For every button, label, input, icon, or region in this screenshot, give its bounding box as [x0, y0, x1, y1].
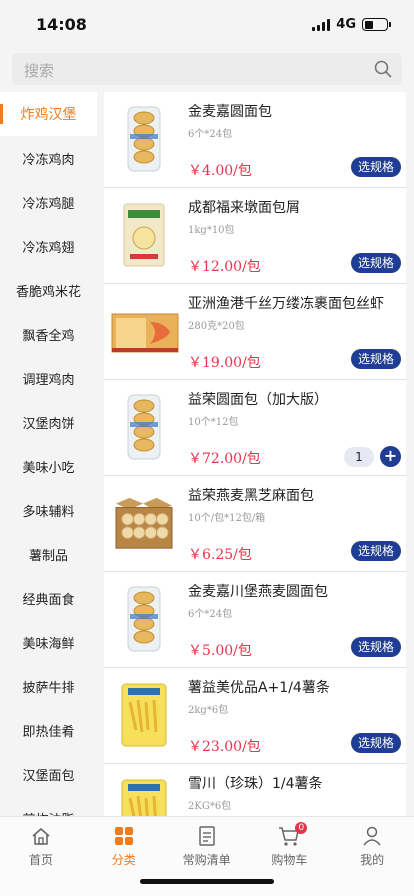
tab-label: 常购清单 — [182, 853, 231, 867]
select-spec-button[interactable]: 选规格 — [350, 541, 401, 561]
product-image — [115, 497, 173, 549]
sidebar-item-3[interactable]: 冷冻鸡翅 — [0, 224, 97, 268]
product-price: ￥5.00/包 — [188, 643, 252, 659]
search-input[interactable]: 搜索 — [24, 60, 54, 81]
product-row[interactable]: 薯益美优品A+1/4薯条 2kg*6包 ￥23.00/包 选规格 — [104, 668, 406, 764]
tab-list[interactable]: 常购清单 — [166, 825, 248, 868]
product-spec: 10个*12包 — [188, 417, 239, 428]
product-price: ￥19.00/包 — [188, 355, 261, 371]
select-spec-button[interactable]: 选规格 — [350, 733, 401, 753]
product-name: 金麦嘉圆面包 — [188, 104, 272, 120]
sidebar-item-12[interactable]: 美味海鲜 — [0, 620, 97, 664]
plus-icon[interactable]: + — [380, 446, 401, 467]
select-spec-button[interactable]: 选规格 — [350, 637, 401, 657]
product-image — [127, 586, 161, 652]
product-row[interactable]: 益荣圆面包（加大版） 10个*12包 ￥72.00/包 1 + — [104, 380, 406, 476]
tab-bar: 首页 分类 常购清单 0 购物车 我的 — [0, 816, 414, 896]
status-bar: 14:08 4G — [0, 0, 414, 50]
product-image — [111, 313, 179, 353]
sidebar-item-13[interactable]: 披萨牛排 — [0, 664, 97, 708]
signal-icon — [312, 18, 331, 31]
sidebar-item-10[interactable]: 薯制品 — [0, 532, 97, 576]
product-name: 亚洲渔港千丝万缕冻裹面包丝虾 — [188, 296, 384, 312]
product-spec: 2KG*6包 — [188, 801, 232, 812]
product-image — [121, 683, 167, 747]
select-spec-button[interactable]: 选规格 — [350, 157, 401, 177]
sidebar-item-2[interactable]: 冷冻鸡腿 — [0, 180, 97, 224]
product-image — [127, 394, 161, 460]
product-row[interactable]: 雪川（珍珠）1/4薯条 2KG*6包 — [104, 764, 406, 816]
product-price: ￥12.00/包 — [188, 259, 261, 275]
product-spec: 10个/包*12包/箱 — [188, 513, 266, 524]
category-sidebar[interactable]: 炸鸡汉堡 冷冻鸡肉 冷冻鸡腿 冷冻鸡翅 香脆鸡米花 飘香全鸡 调理鸡肉 汉堡肉饼 美味小吃 多味辅… — [0, 92, 97, 816]
status-indicators: 4G — [312, 17, 391, 32]
product-name: 成都福来墩面包屑 — [188, 200, 300, 216]
home-icon — [32, 828, 50, 845]
tab-category[interactable]: 分类 — [83, 825, 165, 868]
sidebar-item-6[interactable]: 调理鸡肉 — [0, 356, 97, 400]
tab-label: 我的 — [360, 853, 385, 867]
tab-user[interactable]: 我的 — [331, 825, 413, 868]
tab-cart[interactable]: 0 购物车 — [248, 822, 330, 868]
status-time: 14:08 — [36, 15, 87, 34]
tab-home[interactable]: 首页 — [0, 825, 82, 868]
product-name: 薯益美优品A+1/4薯条 — [188, 680, 330, 696]
product-row[interactable]: 成都福来墩面包屑 1kg*10包 ￥12.00/包 选规格 — [104, 188, 406, 284]
user-icon — [363, 826, 381, 846]
select-spec-button[interactable]: 选规格 — [350, 349, 401, 369]
search-icon[interactable] — [374, 60, 392, 78]
product-row[interactable]: 益荣燕麦黑芝麻面包 10个/包*12包/箱 ￥6.25/包 选规格 — [104, 476, 406, 572]
sidebar-item-0[interactable]: 炸鸡汉堡 — [0, 92, 97, 136]
product-list[interactable]: 金麦嘉圆面包 6个*24包 ￥4.00/包 选规格 成都福来墩面包屑 1kg*10包 ￥12… — [104, 92, 406, 816]
product-spec: 6个*24包 — [188, 609, 233, 620]
product-spec: 280克*20包 — [188, 321, 245, 332]
product-name: 益荣燕麦黑芝麻面包 — [188, 488, 314, 504]
product-price: ￥6.25/包 — [188, 547, 252, 563]
sidebar-item-11[interactable]: 经典面食 — [0, 576, 97, 620]
quantity-field[interactable]: 1 — [344, 447, 374, 467]
sidebar-item-8[interactable]: 美味小吃 — [0, 444, 97, 488]
product-name: 金麦嘉川堡燕麦圆面包 — [188, 584, 328, 600]
product-price: ￥4.00/包 — [188, 163, 252, 179]
home-indicator — [140, 879, 274, 884]
product-spec: 2kg*6包 — [188, 705, 229, 716]
product-price: ￥23.00/包 — [188, 739, 261, 755]
list-icon — [198, 826, 215, 846]
product-spec: 1kg*10包 — [188, 225, 235, 236]
product-image — [127, 106, 161, 172]
product-name: 雪川（珍珠）1/4薯条 — [188, 776, 323, 792]
search-bar[interactable]: 搜索 — [12, 53, 402, 85]
sidebar-item-7[interactable]: 汉堡肉饼 — [0, 400, 97, 444]
sidebar-item-14[interactable]: 即热佳肴 — [0, 708, 97, 752]
product-row[interactable]: 金麦嘉圆面包 6个*24包 ￥4.00/包 选规格 — [104, 92, 406, 188]
sidebar-item-16[interactable]: 煎炸油脂 — [0, 796, 97, 817]
product-image — [121, 779, 167, 816]
sidebar-item-9[interactable]: 多味辅料 — [0, 488, 97, 532]
product-row[interactable]: 金麦嘉川堡燕麦圆面包 6个*24包 ￥5.00/包 选规格 — [104, 572, 406, 668]
product-price: ￥72.00/包 — [188, 451, 261, 467]
sidebar-item-5[interactable]: 飘香全鸡 — [0, 312, 97, 356]
product-name: 益荣圆面包（加大版） — [188, 392, 328, 408]
product-image — [123, 203, 165, 267]
sidebar-item-1[interactable]: 冷冻鸡肉 — [0, 136, 97, 180]
tab-label: 首页 — [28, 853, 53, 867]
category-icon — [114, 827, 133, 845]
network-type: 4G — [336, 17, 356, 32]
cart-badge: 0 — [295, 822, 308, 834]
tab-label: 分类 — [111, 853, 136, 867]
sidebar-item-15[interactable]: 汉堡面包 — [0, 752, 97, 796]
product-spec: 6个*24包 — [188, 129, 233, 140]
tab-label: 购物车 — [271, 853, 308, 867]
select-spec-button[interactable]: 选规格 — [350, 253, 401, 273]
sidebar-item-4[interactable]: 香脆鸡米花 — [0, 268, 97, 312]
battery-icon — [362, 18, 391, 31]
product-row[interactable]: 亚洲渔港千丝万缕冻裹面包丝虾 280克*20包 ￥19.00/包 选规格 — [104, 284, 406, 380]
